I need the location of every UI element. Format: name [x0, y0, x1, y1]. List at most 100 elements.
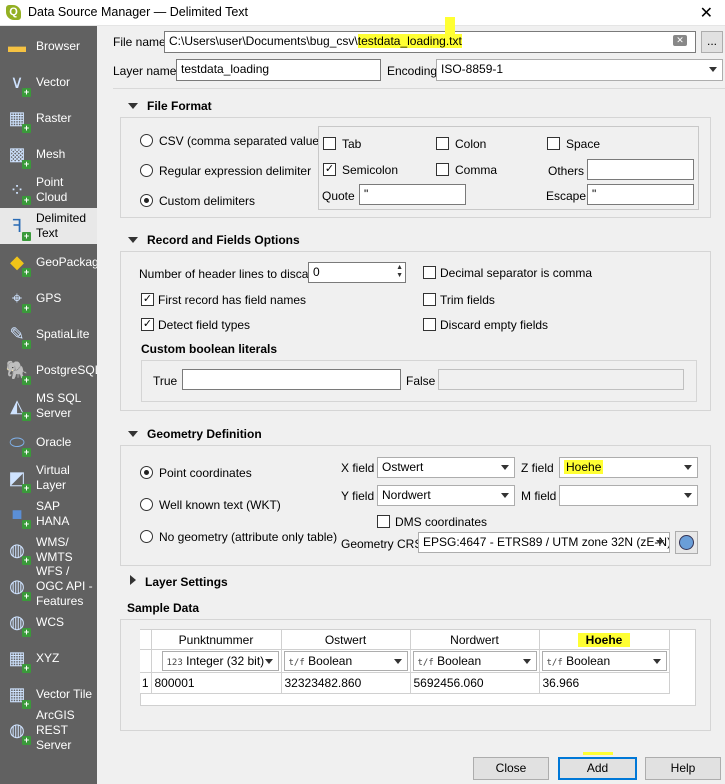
header-lines-spinbox[interactable]: 0 ▲ ▼ [308, 262, 406, 283]
space-checkbox[interactable] [547, 137, 560, 150]
column-header[interactable]: Nordwert [409, 629, 540, 650]
type-select[interactable]: 123 Integer (32 bit) [161, 651, 279, 671]
true-input[interactable] [182, 369, 401, 390]
dms-checkbox[interactable] [377, 515, 390, 528]
browse-button[interactable]: ... [701, 31, 723, 53]
sidebar-item-vector[interactable]: ∨ + Vector [0, 64, 97, 100]
false-input[interactable] [438, 369, 684, 390]
no-geometry-radio[interactable] [140, 530, 153, 543]
type-select[interactable]: t/f Boolean [541, 651, 667, 671]
custom-delimiters-radio[interactable] [140, 194, 153, 207]
file-format-header[interactable]: File Format [128, 99, 212, 113]
add-plus-icon: + [22, 159, 31, 169]
first-record-checkbox[interactable]: ✓ [141, 293, 154, 306]
layer-settings-header[interactable]: Layer Settings [130, 575, 228, 589]
semicolon-checkbox[interactable]: ✓ [323, 163, 336, 176]
folder-icon: ▬ [8, 36, 26, 56]
trim-fields-checkbox[interactable] [423, 293, 436, 306]
sidebar-item-label: XYZ [36, 650, 60, 665]
spin-arrows-icon[interactable]: ▲ ▼ [396, 264, 403, 280]
header-lines-label: Number of header lines to discard [139, 267, 320, 281]
crs-value: EPSG:4647 - ETRS89 / UTM zone 32N (zE-N) [423, 535, 670, 549]
column-header-highlighted[interactable]: Hoehe [538, 629, 670, 650]
file-path-prefix: C:\Users\user\Documents\bug_csv\ [169, 34, 358, 48]
y-field-select[interactable]: Nordwert [377, 485, 515, 506]
sidebar-item-oracle[interactable]: ⬭ + Oracle [0, 424, 97, 460]
escape-input[interactable]: " [587, 184, 694, 205]
crs-selector-button[interactable] [675, 531, 698, 554]
add-plus-icon: + [22, 87, 31, 97]
no-geometry-label: No geometry (attribute only table) [159, 530, 338, 544]
splitter[interactable] [97, 26, 110, 784]
close-icon[interactable]: ✕ [700, 3, 713, 23]
regex-label: Regular expression delimiter [159, 164, 312, 178]
discard-empty-checkbox[interactable] [423, 318, 436, 331]
type-value: Boolean [308, 654, 353, 668]
add-button[interactable]: Add [558, 757, 637, 780]
geometry-header[interactable]: Geometry Definition [128, 427, 262, 441]
colon-checkbox[interactable] [436, 137, 449, 150]
decimal-comma-checkbox[interactable] [423, 266, 436, 279]
type-value: Boolean [437, 654, 482, 668]
others-input[interactable] [587, 159, 694, 180]
comma-label: Comma [455, 163, 498, 177]
sidebar-item-delimited-text[interactable]: ꟻ + Delimited Text [0, 208, 97, 244]
m-field-select[interactable] [559, 485, 698, 506]
custom-boolean-title: Custom boolean literals [141, 342, 278, 356]
file-name-label: File name [113, 35, 166, 49]
sidebar-item-point-cloud[interactable]: ⁘ + Point Cloud [0, 172, 97, 208]
point-coordinates-radio[interactable] [140, 466, 153, 479]
sidebar-item-spatialite[interactable]: ✎ + SpatiaLite [0, 316, 97, 352]
close-button[interactable]: Close [473, 757, 549, 780]
z-field-select[interactable]: Hoehe [559, 457, 698, 478]
tab-checkbox[interactable] [323, 137, 336, 150]
crs-select[interactable]: EPSG:4647 - ETRS89 / UTM zone 32N (zE-N) [418, 532, 670, 553]
type-select[interactable]: t/f Boolean [283, 651, 408, 671]
wkt-radio[interactable] [140, 498, 153, 511]
sidebar-item-wfs[interactable]: ◍ + WFS / OGC API - Features [0, 564, 97, 608]
chevron-down-icon [501, 493, 509, 498]
type-select[interactable]: t/f Boolean [412, 651, 537, 671]
encoding-select[interactable]: ISO-8859-1 [436, 59, 723, 81]
quote-input[interactable]: " [359, 184, 466, 205]
sidebar-item-folder[interactable]: ▬ Browser [0, 28, 97, 64]
layer-name-input[interactable]: testdata_loading [176, 59, 381, 81]
true-label: True [153, 374, 178, 388]
comma-checkbox[interactable] [436, 163, 449, 176]
colon-label: Colon [455, 137, 487, 151]
clear-input-icon[interactable]: ✕ [673, 35, 687, 46]
layer-settings-title: Layer Settings [145, 575, 228, 589]
tab-label: Tab [342, 137, 362, 151]
qgis-logo-icon: Q [6, 5, 21, 20]
csv-radio[interactable] [140, 134, 153, 147]
boolean-type-icon: t/f [417, 658, 434, 668]
sidebar-item-raster[interactable]: ▦ + Raster [0, 100, 97, 136]
sidebar-item-label: Raster [36, 110, 72, 125]
sidebar-item-label: ArcGIS REST Server [36, 707, 75, 752]
sidebar-item-sap-hana[interactable]: ■ + SAP HANA [0, 496, 97, 532]
column-header[interactable]: Ostwert [280, 629, 411, 650]
sidebar-item-mssql[interactable]: ◭ + MS SQL Server [0, 388, 97, 424]
sidebar-item-virtual-layer[interactable]: ◩ + Virtual Layer [0, 460, 97, 496]
sidebar-item-wcs[interactable]: ◍ + WCS [0, 604, 97, 640]
regex-radio[interactable] [140, 164, 153, 177]
record-options-header[interactable]: Record and Fields Options [128, 233, 300, 247]
file-name-input[interactable]: C:\Users\user\Documents\bug_csv\testdata… [164, 31, 696, 53]
sidebar-item-arcgis[interactable]: ◍ + ArcGIS REST Server [0, 707, 97, 752]
table-cell: 36.966 [538, 672, 670, 694]
chevron-down-icon [393, 659, 402, 664]
sidebar-item-geopackage[interactable]: ◆+GeoPackage [0, 244, 97, 280]
x-field-label: X field [341, 461, 375, 475]
sidebar-item-label: SAP HANA [36, 499, 70, 528]
sidebar-item-mesh[interactable]: ▩ + Mesh [0, 136, 97, 172]
sidebar-item-gps[interactable]: ⌖ + GPS [0, 280, 97, 316]
column-header[interactable]: Punktnummer [150, 629, 282, 650]
sidebar-item-xyz[interactable]: ▦ + XYZ [0, 640, 97, 676]
space-label: Space [566, 137, 601, 151]
help-button[interactable]: Help [645, 757, 721, 780]
sidebar-item-postgresql[interactable]: 🐘 + PostgreSQL [0, 352, 97, 388]
sidebar-item-label: MS SQL Server [36, 391, 82, 420]
add-plus-icon: + [22, 483, 31, 493]
detect-types-checkbox[interactable]: ✓ [141, 318, 154, 331]
x-field-select[interactable]: Ostwert [377, 457, 515, 478]
